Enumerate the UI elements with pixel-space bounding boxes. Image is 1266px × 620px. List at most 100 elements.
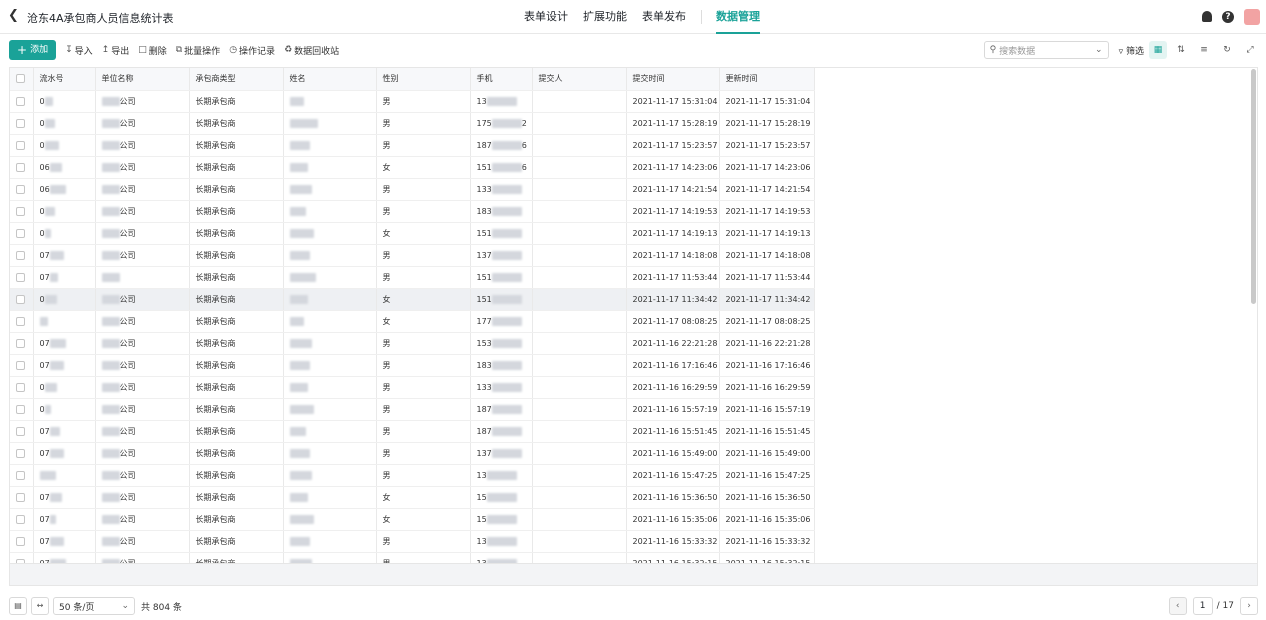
filter-button[interactable]: ▿ 筛选: [1119, 44, 1144, 57]
row-checkbox[interactable]: [10, 178, 34, 201]
row-checkbox[interactable]: [10, 354, 34, 377]
current-page-input[interactable]: 1: [1192, 597, 1213, 615]
column-header-serial[interactable]: 流水号: [33, 68, 96, 91]
table-row[interactable]: 07 公司 长期承包商 男 187 2021-11-16 15:51:45 2021-11-…: [10, 420, 815, 443]
table-row[interactable]: 06 公司 长期承包商女 151 6 2021-11-17 14:23:06 2021-11…: [10, 156, 815, 179]
table-row[interactable]: 07 公司 长期承包商 男 183 2021-11-16 17:16:46 2021-11-…: [10, 354, 815, 377]
data-table: 流水号 单位名称 承包商类型 姓名 性别 手机 提交人 提交时间 更新时间 0 公…: [9, 67, 1258, 586]
column-header-submitter[interactable]: 提交人: [532, 68, 627, 91]
vertical-scrollbar[interactable]: [1251, 69, 1256, 304]
row-checkbox[interactable]: [10, 134, 34, 157]
bell-icon[interactable]: [1201, 11, 1213, 23]
row-checkbox[interactable]: [10, 310, 34, 333]
table-row[interactable]: 07 公司 长期承包商 女 15 2021-11-16 15:35:06 2021-11-1…: [10, 508, 815, 531]
tab-form-publish[interactable]: 表单发布: [642, 0, 686, 34]
table-row[interactable]: 0 公司 长期承包商 女 151 2021-11-17 14:19:13 2021-11-1…: [10, 222, 815, 245]
serial-text: 07: [39, 426, 50, 436]
column-header-company[interactable]: 单位名称: [95, 68, 190, 91]
cell-gender: 女: [376, 508, 471, 531]
row-checkbox[interactable]: [10, 486, 34, 509]
cell-type: 长期承包商: [189, 486, 284, 509]
row-checkbox[interactable]: [10, 222, 34, 245]
row-checkbox[interactable]: [10, 112, 34, 135]
table-row[interactable]: 0 公司 长期承包商男 187 6 2021-11-17 15:23:57 2021-11-…: [10, 134, 815, 157]
row-checkbox[interactable]: [10, 420, 34, 443]
row-checkbox[interactable]: [10, 332, 34, 355]
cell-type: 长期承包商: [189, 112, 284, 135]
search-input[interactable]: ⚲ 搜索数据 ⌄: [983, 41, 1109, 59]
table-row[interactable]: 07 公司 长期承包商 男 137 2021-11-16 15:49:00 2021-11-…: [10, 442, 815, 465]
column-header-submit-time[interactable]: 提交时间: [626, 68, 720, 91]
column-settings-icon[interactable]: ≡: [1195, 41, 1213, 59]
cell-type: 长期承包商: [189, 508, 284, 531]
row-checkbox[interactable]: [10, 266, 34, 289]
table-row[interactable]: 0 公司 长期承包商 男 13 2021-11-17 15:31:04 2021-11-17…: [10, 90, 815, 113]
import-button[interactable]: ↧ 导入: [65, 44, 93, 57]
table-view-icon[interactable]: ▦: [1149, 41, 1167, 59]
table-row[interactable]: 0 公司 长期承包商 男 187 2021-11-16 15:57:19 2021-11-1…: [10, 398, 815, 421]
cell-gender: 男: [376, 530, 471, 553]
cell-submitter: [532, 266, 627, 289]
avatar[interactable]: [1244, 9, 1260, 25]
table-row[interactable]: 0 公司 长期承包商 男 183 2021-11-17 14:19:53 2021-11-1…: [10, 200, 815, 223]
table-row[interactable]: 07 公司 长期承包商 男 13 2021-11-16 15:33:32 2021-11-1…: [10, 530, 815, 553]
table-row[interactable]: 07 长期承包商 男 151 2021-11-17 11:53:44 2021-11-17…: [10, 266, 815, 289]
column-width-icon[interactable]: ↔: [31, 597, 49, 615]
recycle-bin-button[interactable]: ♻ 数据回收站: [284, 44, 339, 57]
help-icon[interactable]: ?: [1222, 11, 1234, 23]
serial-text: 0: [39, 404, 45, 414]
row-checkbox[interactable]: [10, 90, 34, 113]
row-checkbox[interactable]: [10, 244, 34, 267]
row-checkbox[interactable]: [10, 442, 34, 465]
tab-form-design[interactable]: 表单设计: [524, 0, 568, 34]
fullscreen-icon[interactable]: ⤢: [1241, 41, 1259, 59]
chevron-down-icon[interactable]: ⌄: [1095, 45, 1103, 55]
table-row[interactable]: 0 公司 长期承包商男 175 2 2021-11-17 15:28:19 2021-11-…: [10, 112, 815, 135]
select-all-checkbox[interactable]: [10, 68, 34, 91]
row-checkbox[interactable]: [10, 156, 34, 179]
row-checkbox[interactable]: [10, 376, 34, 399]
cell-gender: 女: [376, 156, 471, 179]
table-row[interactable]: 0 公司 长期承包商 女 151 2021-11-17 11:34:42 2021-11-1…: [10, 288, 815, 311]
sort-icon[interactable]: ⇅: [1172, 41, 1190, 59]
column-header-update-time[interactable]: 更新时间: [719, 68, 815, 91]
cell-submitter: [532, 222, 627, 245]
table-row[interactable]: 07 公司 长期承包商 男 137 2021-11-17 14:18:08 2021-11-…: [10, 244, 815, 267]
tab-data-management[interactable]: 数据管理: [716, 0, 760, 34]
trash-icon: □: [138, 45, 147, 55]
refresh-icon[interactable]: ↻: [1218, 41, 1236, 59]
serial-text: 07: [39, 492, 50, 502]
table-row[interactable]: 0 公司 长期承包商 男 133 2021-11-16 16:29:59 2021-11-1…: [10, 376, 815, 399]
column-header-type[interactable]: 承包商类型: [189, 68, 284, 91]
table-row[interactable]: 公司 长期承包商 女 177 2021-11-17 08:08:25 2021-11-17…: [10, 310, 815, 333]
page-size-select[interactable]: 50 条/页 ⌄: [53, 597, 135, 615]
row-checkbox[interactable]: [10, 398, 34, 421]
column-header-gender[interactable]: 性别: [376, 68, 471, 91]
tab-extensions[interactable]: 扩展功能: [583, 0, 627, 34]
table-row[interactable]: 06 公司 长期承包商 男 133 2021-11-17 14:21:54 2021-11-…: [10, 178, 815, 201]
row-checkbox[interactable]: [10, 464, 34, 487]
cell-submit-time: 2021-11-17 15:31:04: [626, 90, 720, 113]
batch-operation-button[interactable]: ⧉ 批量操作: [176, 44, 220, 57]
row-checkbox[interactable]: [10, 530, 34, 553]
redacted-block: [491, 184, 522, 194]
log-label: 操作记录: [239, 46, 276, 57]
prev-page-button[interactable]: ‹: [1168, 597, 1187, 615]
delete-button[interactable]: □ 删除: [138, 44, 167, 57]
row-checkbox[interactable]: [10, 200, 34, 223]
table-row[interactable]: 公司 长期承包商 男 13 2021-11-16 15:47:25 2021-11-16 …: [10, 464, 815, 487]
row-checkbox[interactable]: [10, 508, 34, 531]
column-header-name[interactable]: 姓名: [283, 68, 377, 91]
add-label: 添加: [30, 45, 49, 55]
cell-submit-time: 2021-11-17 15:28:19: [626, 112, 720, 135]
operation-log-button[interactable]: ◷ 操作记录: [229, 44, 275, 57]
add-button[interactable]: + 添加: [9, 40, 57, 60]
back-arrow-icon[interactable]: ❮: [8, 9, 22, 23]
table-row[interactable]: 07 公司 长期承包商 男 153 2021-11-16 22:21:28 2021-11-…: [10, 332, 815, 355]
row-checkbox[interactable]: [10, 288, 34, 311]
row-height-icon[interactable]: ▤: [9, 597, 27, 615]
column-header-phone[interactable]: 手机: [470, 68, 533, 91]
next-page-button[interactable]: ›: [1240, 597, 1258, 615]
export-button[interactable]: ↥ 导出: [102, 44, 130, 57]
table-row[interactable]: 07 公司 长期承包商 女 15 2021-11-16 15:36:50 2021-11-1…: [10, 486, 815, 509]
